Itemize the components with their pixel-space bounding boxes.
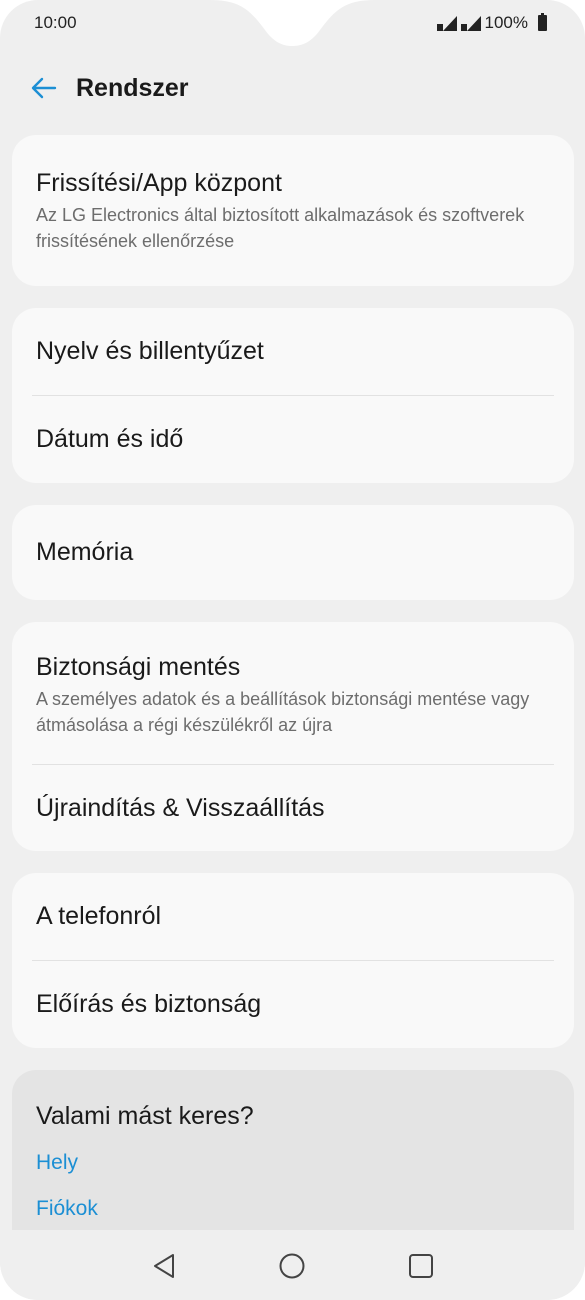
item-title: Frissítési/App központ bbox=[36, 169, 282, 197]
card-backup-reset: Biztonsági mentés A személyes adatok és … bbox=[12, 622, 574, 851]
page-title: Rendszer bbox=[76, 73, 189, 102]
list-item-about-phone[interactable]: A telefonról bbox=[12, 873, 574, 960]
item-title: Dátum és idő bbox=[36, 425, 184, 453]
item-title: Biztonsági mentés bbox=[36, 652, 241, 681]
item-title: Memória bbox=[36, 538, 134, 566]
item-title: Újraindítás & Visszaállítás bbox=[36, 793, 325, 822]
list-item-regulatory-safety[interactable]: Előírás és biztonság bbox=[12, 961, 574, 1048]
item-title: Előírás és biztonság bbox=[36, 990, 262, 1018]
card-memory: Memória bbox=[12, 505, 574, 600]
nav-back-button[interactable] bbox=[144, 1246, 184, 1286]
square-recents-icon bbox=[408, 1254, 433, 1278]
item-subtitle: Az LG Electronics által biztosított alka… bbox=[36, 205, 525, 251]
status-time: 10:00 bbox=[34, 13, 77, 32]
triangle-back-icon bbox=[154, 1254, 175, 1278]
sim2-signal-icon bbox=[460, 16, 481, 31]
item-title: A telefonról bbox=[36, 902, 162, 930]
suggestion-link-accounts[interactable]: Fiókok bbox=[36, 1197, 550, 1221]
list-item-update-center[interactable]: Frissítési/App központ Az LG Electronics… bbox=[12, 135, 574, 286]
list-item-restart-reset[interactable]: Újraindítás & Visszaállítás bbox=[12, 765, 574, 851]
item-subtitle: A személyes adatok és a beállítások bizt… bbox=[36, 688, 530, 735]
item-title: Nyelv és billentyűzet bbox=[36, 337, 264, 365]
phone-screen: 10:00 100% Rendszer Frissítési/App közpo… bbox=[0, 0, 585, 1300]
status-bar: 10:00 100% bbox=[0, 0, 585, 46]
card-updates: Frissítési/App központ Az LG Electronics… bbox=[12, 135, 574, 286]
nav-recents-button[interactable] bbox=[401, 1246, 441, 1286]
list-item-date-time[interactable]: Dátum és idő bbox=[12, 396, 574, 483]
list-item-language-keyboard[interactable]: Nyelv és billentyűzet bbox=[12, 308, 574, 395]
card-about: A telefonról Előírás és biztonság bbox=[12, 873, 574, 1048]
back-arrow-icon[interactable] bbox=[30, 74, 58, 102]
circle-home-icon bbox=[279, 1253, 305, 1279]
sim1-signal-icon bbox=[436, 16, 457, 31]
suggestion-link-location[interactable]: Hely bbox=[36, 1151, 550, 1175]
suggestions-card: Valami mást keres? Hely Fiókok bbox=[12, 1070, 574, 1230]
app-bar: Rendszer bbox=[0, 60, 585, 116]
battery-icon bbox=[538, 13, 547, 31]
navigation-bar bbox=[0, 1232, 585, 1300]
status-icons: 100% bbox=[436, 13, 547, 33]
nav-home-button[interactable] bbox=[272, 1246, 312, 1286]
battery-percent: 100% bbox=[484, 13, 528, 32]
list-item-backup[interactable]: Biztonsági mentés A személyes adatok és … bbox=[12, 622, 574, 764]
list-item-memory[interactable]: Memória bbox=[12, 505, 574, 600]
suggestions-title: Valami mást keres? bbox=[36, 1102, 254, 1130]
card-language-date: Nyelv és billentyűzet Dátum és idő bbox=[12, 308, 574, 483]
